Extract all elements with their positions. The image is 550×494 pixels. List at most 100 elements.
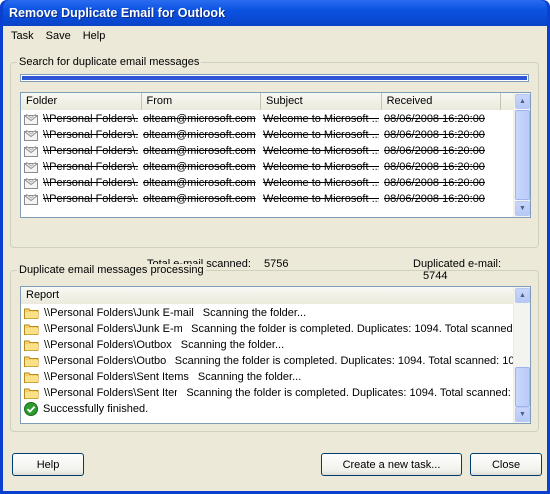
- scroll-thumb[interactable]: [515, 367, 530, 407]
- report-message: Scanning the folder is completed. Duplic…: [174, 355, 513, 367]
- folder-icon: [24, 355, 39, 367]
- folder-icon: [24, 387, 39, 399]
- report-folder: \\Personal Folders\Outbox: [44, 355, 166, 367]
- report-list-header: Report: [21, 287, 530, 304]
- window-title: Remove Duplicate Email for Outlook: [9, 6, 226, 20]
- cell-received: 08/06/2008 16:20:00: [384, 145, 485, 157]
- folder-icon: [24, 371, 39, 383]
- close-button-label: Close: [491, 458, 521, 471]
- duplicated-label: Duplicated e-mail:: [413, 258, 502, 270]
- cell-folder: \\Personal Folders\...: [43, 129, 138, 141]
- report-folder: \\Personal Folders\Junk E-mail: [44, 307, 194, 319]
- duplicate-row[interactable]: \\Personal Folders\... olteam@microsoft.c…: [21, 143, 513, 159]
- report-folder: \\Personal Folders\Sent Items: [44, 371, 189, 383]
- create-task-button[interactable]: Create a new task...: [321, 453, 462, 476]
- menu-save[interactable]: Save: [40, 30, 77, 42]
- column-received[interactable]: Received: [381, 93, 502, 110]
- client-area: Task Save Help Search for duplicate emai…: [3, 26, 547, 491]
- column-from[interactable]: From: [141, 93, 262, 110]
- cell-from: olteam@microsoft.com: [143, 129, 256, 141]
- cell-subject: Welcome to Microsoft ...: [263, 145, 379, 157]
- cell-received: 08/06/2008 16:20:00: [384, 193, 485, 205]
- cell-from: olteam@microsoft.com: [143, 145, 256, 157]
- progress-fill: [22, 76, 527, 80]
- check-icon: [24, 402, 38, 416]
- menu-bar: Task Save Help: [3, 26, 547, 45]
- report-message: Scanning the folder is completed. Duplic…: [191, 323, 513, 335]
- create-task-button-label: Create a new task...: [342, 458, 441, 471]
- report-scrollbar[interactable]: ▲ ▼: [513, 287, 530, 423]
- cell-from: olteam@microsoft.com: [143, 177, 256, 189]
- column-report[interactable]: Report: [21, 287, 515, 304]
- report-row[interactable]: \\Personal Folders\Sent Items Scanning th…: [21, 385, 513, 401]
- cell-subject: Welcome to Microsoft ...: [263, 161, 379, 173]
- envelope-icon: [24, 129, 38, 141]
- menu-task[interactable]: Task: [5, 30, 40, 42]
- report-row[interactable]: \\Personal Folders\Junk E-mail Scanning t…: [21, 305, 513, 321]
- cell-folder: \\Personal Folders\...: [43, 161, 138, 173]
- cell-received: 08/06/2008 16:20:00: [384, 129, 485, 141]
- scroll-down-button[interactable]: ▼: [515, 201, 530, 216]
- envelope-icon: [24, 161, 38, 173]
- duplicates-list-header: Folder From Subject Received: [21, 93, 530, 110]
- duplicate-row[interactable]: \\Personal Folders\... olteam@microsoft.c…: [21, 159, 513, 175]
- duplicate-row[interactable]: \\Personal Folders\... olteam@microsoft.c…: [21, 191, 513, 207]
- envelope-icon: [24, 177, 38, 189]
- cell-received: 08/06/2008 16:20:00: [384, 113, 485, 125]
- report-row[interactable]: \\Personal Folders\Sent Items Scanning th…: [21, 369, 513, 385]
- duplicates-list[interactable]: Folder From Subject Received \\Personal …: [20, 92, 531, 218]
- search-group: Search for duplicate email messages Fold…: [10, 56, 539, 282]
- cell-subject: Welcome to Microsoft ...: [263, 113, 379, 125]
- report-folder: Successfully finished.: [43, 403, 149, 415]
- report-row[interactable]: \\Personal Folders\Outbox Scanning the fo…: [21, 337, 513, 353]
- report-folder: \\Personal Folders\Outbox: [44, 339, 172, 351]
- report-message: Scanning the folder...: [180, 339, 285, 351]
- report-folder: \\Personal Folders\Junk E-mail: [44, 323, 183, 335]
- folder-icon: [24, 339, 39, 351]
- cell-from: olteam@microsoft.com: [143, 193, 256, 205]
- search-progress-bar: [20, 74, 529, 82]
- close-button[interactable]: Close: [470, 453, 542, 476]
- duplicate-row[interactable]: \\Personal Folders\... olteam@microsoft.c…: [21, 127, 513, 143]
- report-rows: \\Personal Folders\Junk E-mail Scanning t…: [21, 305, 513, 423]
- report-list[interactable]: Report \\Personal Folders\Junk E-mail Sca…: [20, 286, 531, 424]
- cell-folder: \\Personal Folders\...: [43, 113, 138, 125]
- total-scanned-value: 5756: [264, 258, 289, 270]
- envelope-icon: [24, 145, 38, 157]
- app-window: Remove Duplicate Email for Outlook Task …: [0, 0, 550, 494]
- cell-folder: \\Personal Folders\...: [43, 145, 138, 157]
- scroll-up-button[interactable]: ▲: [515, 94, 530, 109]
- report-message: Scanning the folder...: [202, 307, 307, 319]
- report-row[interactable]: \\Personal Folders\Junk E-mail Scanning t…: [21, 321, 513, 337]
- cell-folder: \\Personal Folders\...: [43, 193, 138, 205]
- scroll-up-button[interactable]: ▲: [515, 288, 530, 303]
- help-button[interactable]: Help: [12, 453, 84, 476]
- help-button-label: Help: [36, 458, 60, 471]
- cell-subject: Welcome to Microsoft ...: [263, 177, 379, 189]
- report-message: Scanning the folder...: [197, 371, 302, 383]
- processing-group-title: Duplicate email messages processing: [17, 264, 206, 276]
- report-row[interactable]: Successfully finished.: [21, 401, 513, 417]
- processing-group: Duplicate email messages processing Repo…: [10, 264, 539, 432]
- cell-folder: \\Personal Folders\...: [43, 177, 138, 189]
- report-row[interactable]: \\Personal Folders\Outbox Scanning the fo…: [21, 353, 513, 369]
- envelope-icon: [24, 113, 38, 125]
- duplicate-row[interactable]: \\Personal Folders\... olteam@microsoft.c…: [21, 175, 513, 191]
- search-group-title: Search for duplicate email messages: [17, 56, 202, 68]
- cell-received: 08/06/2008 16:20:00: [384, 177, 485, 189]
- column-folder[interactable]: Folder: [21, 93, 142, 110]
- scroll-thumb[interactable]: [515, 110, 530, 200]
- duplicate-row[interactable]: \\Personal Folders\... olteam@microsoft.c…: [21, 111, 513, 127]
- duplicates-rows: \\Personal Folders\... olteam@microsoft.c…: [21, 111, 513, 217]
- duplicates-scrollbar[interactable]: ▲ ▼: [513, 93, 530, 217]
- envelope-icon: [24, 193, 38, 205]
- column-subject[interactable]: Subject: [261, 93, 382, 110]
- title-bar[interactable]: Remove Duplicate Email for Outlook: [3, 0, 547, 26]
- scroll-down-button[interactable]: ▼: [515, 407, 530, 422]
- report-message: Scanning the folder is completed. Duplic…: [186, 387, 513, 399]
- menu-help[interactable]: Help: [77, 30, 112, 42]
- folder-icon: [24, 323, 39, 335]
- cell-from: olteam@microsoft.com: [143, 113, 256, 125]
- cell-received: 08/06/2008 16:20:00: [384, 161, 485, 173]
- cell-subject: Welcome to Microsoft ...: [263, 193, 379, 205]
